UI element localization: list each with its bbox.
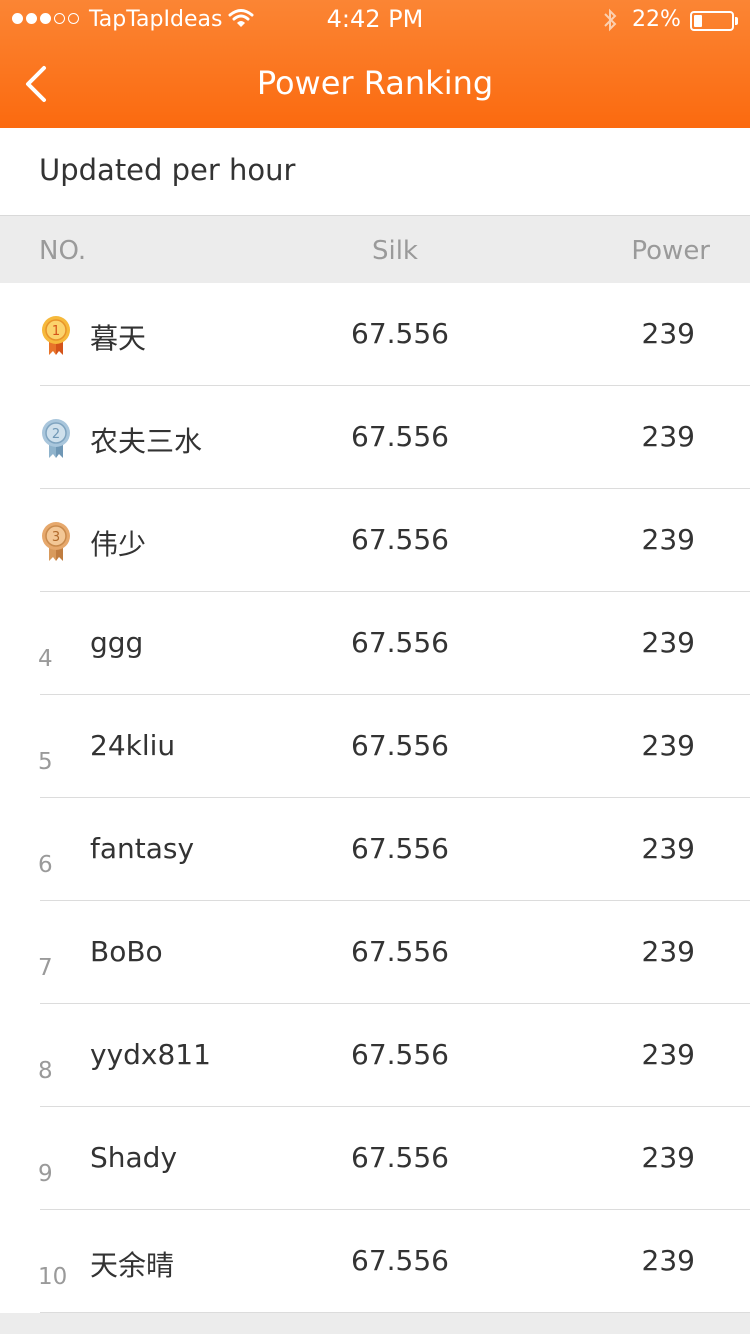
- power-value: 239: [641, 1038, 695, 1071]
- silk-value: 67.556: [351, 626, 449, 659]
- page-title: Power Ranking: [256, 64, 494, 102]
- table-row[interactable]: 1 暮天 67.556 239: [0, 283, 750, 386]
- silk-value: 67.556: [351, 832, 449, 865]
- silk-value: 67.556: [351, 935, 449, 968]
- medal-number: 2: [52, 427, 60, 442]
- player-name: 伟少: [90, 528, 147, 561]
- player-name: fantasy: [90, 832, 195, 865]
- column-header-power: Power: [631, 236, 710, 266]
- table-row[interactable]: 3 伟少 67.556 239: [0, 489, 750, 592]
- update-frequency-text: Updated per hour: [39, 153, 296, 187]
- bluetooth-icon: [601, 7, 619, 39]
- power-value: 239: [641, 1244, 695, 1277]
- table-row[interactable]: 9 Shady 67.556 239: [0, 1107, 750, 1210]
- update-info-bar: Updated per hour: [0, 128, 750, 216]
- silk-value: 67.556: [351, 729, 449, 762]
- table-row[interactable]: 4 ggg 67.556 239: [0, 592, 750, 695]
- rank-number: 5: [38, 749, 53, 775]
- power-value: 239: [641, 832, 695, 865]
- app-header: TapTapIdeas 4:42 PM 22% Power Ranking: [0, 0, 750, 128]
- rank-number: 8: [38, 1058, 53, 1084]
- gold-medal-icon: 1: [42, 316, 70, 355]
- player-name: BoBo: [90, 935, 163, 968]
- ranking-list: 1 暮天 67.556 239 2 农夫三水 67.556 239 3 伟少 6…: [0, 283, 750, 1313]
- medal-number: 1: [52, 324, 60, 339]
- power-value: 239: [641, 420, 695, 453]
- rank-number: 4: [38, 646, 53, 672]
- player-name: 暮天: [90, 322, 147, 355]
- player-name: 天余晴: [90, 1249, 175, 1282]
- battery-percent: 22%: [632, 7, 681, 32]
- power-value: 239: [641, 1141, 695, 1174]
- power-value: 239: [641, 523, 695, 556]
- rank-number: 6: [38, 852, 53, 878]
- silk-value: 67.556: [351, 317, 449, 350]
- silk-value: 67.556: [351, 1244, 449, 1277]
- player-name: 农夫三水: [90, 425, 203, 458]
- silk-value: 67.556: [351, 420, 449, 453]
- silk-value: 67.556: [351, 1141, 449, 1174]
- player-name: Shady: [90, 1141, 178, 1174]
- silk-value: 67.556: [351, 1038, 449, 1071]
- power-value: 239: [641, 626, 695, 659]
- table-row[interactable]: 6 fantasy 67.556 239: [0, 798, 750, 901]
- table-row[interactable]: 10 天余晴 67.556 239: [0, 1210, 750, 1313]
- player-name: yydx811: [90, 1038, 211, 1071]
- player-name: 24kliu: [90, 729, 176, 762]
- rank-number: 7: [38, 955, 53, 981]
- bronze-medal-icon: 3: [42, 522, 70, 561]
- player-name: ggg: [90, 626, 144, 659]
- status-bar: TapTapIdeas 4:42 PM 22%: [0, 0, 750, 40]
- rank-number: 10: [38, 1264, 68, 1290]
- silk-value: 67.556: [351, 523, 449, 556]
- table-header: NO. Silk Power: [0, 217, 750, 283]
- power-value: 239: [641, 729, 695, 762]
- table-row[interactable]: 2 农夫三水 67.556 239: [0, 386, 750, 489]
- medal-number: 3: [52, 530, 60, 545]
- silver-medal-icon: 2: [42, 419, 70, 458]
- rank-number: 9: [38, 1161, 53, 1187]
- table-row[interactable]: 5 24kliu 67.556 239: [0, 695, 750, 798]
- table-row[interactable]: 7 BoBo 67.556 239: [0, 901, 750, 1004]
- power-value: 239: [641, 935, 695, 968]
- battery-icon: [690, 11, 734, 31]
- power-value: 239: [641, 317, 695, 350]
- table-row[interactable]: 8 yydx811 67.556 239: [0, 1004, 750, 1107]
